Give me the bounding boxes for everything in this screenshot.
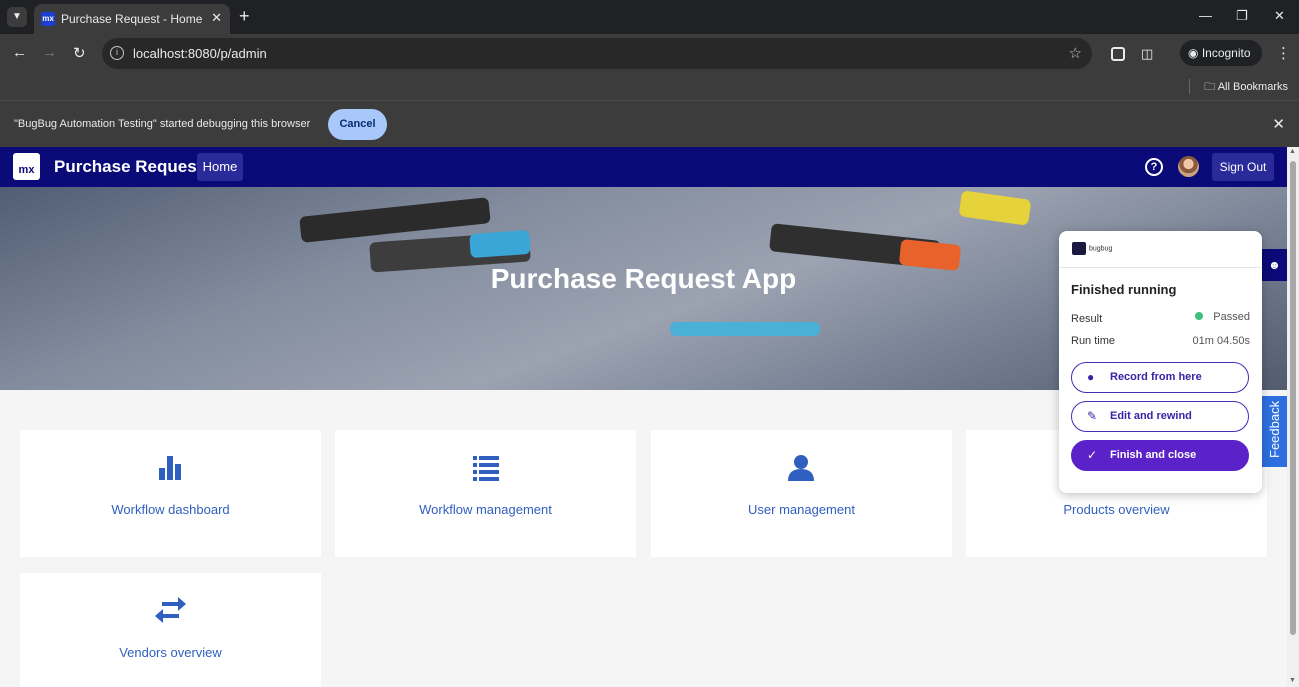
back-icon[interactable]: ← (12, 44, 27, 61)
mendix-logo: mx (13, 153, 40, 180)
scroll-up-icon[interactable]: ▲ (1289, 148, 1296, 155)
incognito-label: Incognito (1201, 46, 1251, 60)
app-title: Purchase Request (54, 157, 203, 176)
bugbug-run-panel: bugbug Finished running Result Passed Ru… (1059, 231, 1262, 493)
marker-decoration (469, 229, 531, 259)
close-tab-icon[interactable]: ✕ (211, 10, 222, 26)
user-icon (788, 455, 814, 481)
runtime-label: Run time (1071, 335, 1116, 347)
browser-tab[interactable]: mx Purchase Request - Homepage ✕ (34, 4, 230, 34)
tab-search-button[interactable]: ▼ (7, 7, 27, 27)
result-value: Passed (1195, 311, 1250, 323)
close-infobar-icon[interactable]: ✕ (1272, 115, 1285, 133)
browser-toolbar: ← → ↻ i localhost:8080/p/admin ☆ (0, 34, 1299, 73)
scroll-down-icon[interactable]: ▼ (1289, 677, 1296, 684)
list-icon (473, 456, 499, 481)
new-tab-button[interactable]: + (239, 6, 250, 27)
minimize-icon[interactable]: — (1199, 8, 1212, 23)
debugging-message: "BugBug Automation Testing" started debu… (14, 118, 311, 130)
card-label: Vendors overview (119, 645, 222, 660)
close-window-icon[interactable]: ✕ (1274, 8, 1285, 24)
record-dot-icon: ● (1087, 370, 1095, 384)
avatar[interactable] (1178, 156, 1199, 177)
url-text[interactable]: localhost:8080/p/admin (133, 46, 267, 61)
card-workflow-management[interactable]: Workflow management (335, 430, 636, 557)
feedback-label: Feedback (1267, 400, 1282, 458)
site-info-icon[interactable]: i (110, 46, 124, 60)
all-bookmarks-button[interactable]: 🗀 All Bookmarks (1204, 78, 1288, 97)
result-label: Result (1071, 313, 1103, 325)
extension-bugbug-icon[interactable] (1111, 47, 1125, 61)
debugging-infobar: "BugBug Automation Testing" started debu… (0, 100, 1299, 147)
forward-icon[interactable]: → (42, 44, 57, 61)
paper-decoration (670, 322, 820, 336)
accessibility-user-icon[interactable]: ☻ (1262, 249, 1287, 281)
runtime-value: 01m 04.50s (1192, 335, 1250, 347)
bookmarks-divider (1189, 79, 1190, 94)
bookmark-star-icon[interactable]: ☆ (1069, 44, 1082, 62)
bookmarks-bar: 🗀 All Bookmarks (0, 73, 1299, 100)
finish-and-close-button[interactable]: ✓ Finish and close (1071, 440, 1249, 471)
card-label: Products overview (1063, 502, 1170, 517)
tab-title: Purchase Request - Homepage (61, 12, 203, 26)
help-icon[interactable]: ? (1145, 158, 1163, 176)
incognito-icon: ◉ (1188, 46, 1199, 60)
home-nav-button[interactable]: Home (197, 153, 243, 181)
favicon: mx (41, 12, 55, 26)
card-user-management[interactable]: User management (651, 430, 952, 557)
address-bar[interactable]: i localhost:8080/p/admin ☆ (102, 38, 1092, 69)
card-label: User management (748, 502, 855, 517)
card-vendors-overview[interactable]: Vendors overview (20, 573, 321, 687)
swap-arrows-icon (155, 597, 186, 623)
card-label: Workflow dashboard (111, 502, 230, 517)
passed-status-dot (1195, 312, 1204, 320)
feedback-tab[interactable]: Feedback (1262, 396, 1287, 467)
browser-tab-bar: ▼ mx Purchase Request - Homepage ✕ + — ❐… (0, 0, 1299, 34)
restore-icon[interactable]: ❐ (1236, 8, 1248, 24)
bugbug-logo: bugbug (1072, 242, 1112, 255)
browser-menu-icon[interactable]: ⋮ (1276, 44, 1291, 62)
incognito-badge[interactable]: ◉ Incognito (1180, 40, 1262, 66)
card-workflow-dashboard[interactable]: Workflow dashboard (20, 430, 321, 557)
scrollbar-thumb[interactable] (1290, 161, 1296, 635)
folder-icon: 🗀 (1204, 81, 1216, 93)
run-status-heading: Finished running (1071, 282, 1177, 297)
sticky-note-decoration (958, 190, 1032, 226)
edit-and-rewind-button[interactable]: ✎ Edit and rewind (1071, 401, 1249, 432)
all-bookmarks-label: All Bookmarks (1217, 81, 1288, 93)
sign-out-button[interactable]: Sign Out (1212, 153, 1274, 181)
extensions-puzzle-icon[interactable]: ◫ (1141, 46, 1153, 62)
reload-icon[interactable]: ↻ (73, 44, 86, 62)
edit-rewind-icon: ✎ (1087, 409, 1098, 423)
record-from-here-button[interactable]: ● Record from here (1071, 362, 1249, 393)
cancel-debugging-button[interactable]: Cancel (328, 109, 387, 140)
page-scrollbar[interactable]: ▲ ▼ (1287, 147, 1299, 687)
card-label: Workflow management (419, 502, 552, 517)
check-icon: ✓ (1087, 448, 1098, 462)
app-header: mx Purchase Request Home ? Sign Out (0, 147, 1287, 187)
bar-chart-icon (159, 456, 181, 480)
divider (1059, 267, 1262, 268)
